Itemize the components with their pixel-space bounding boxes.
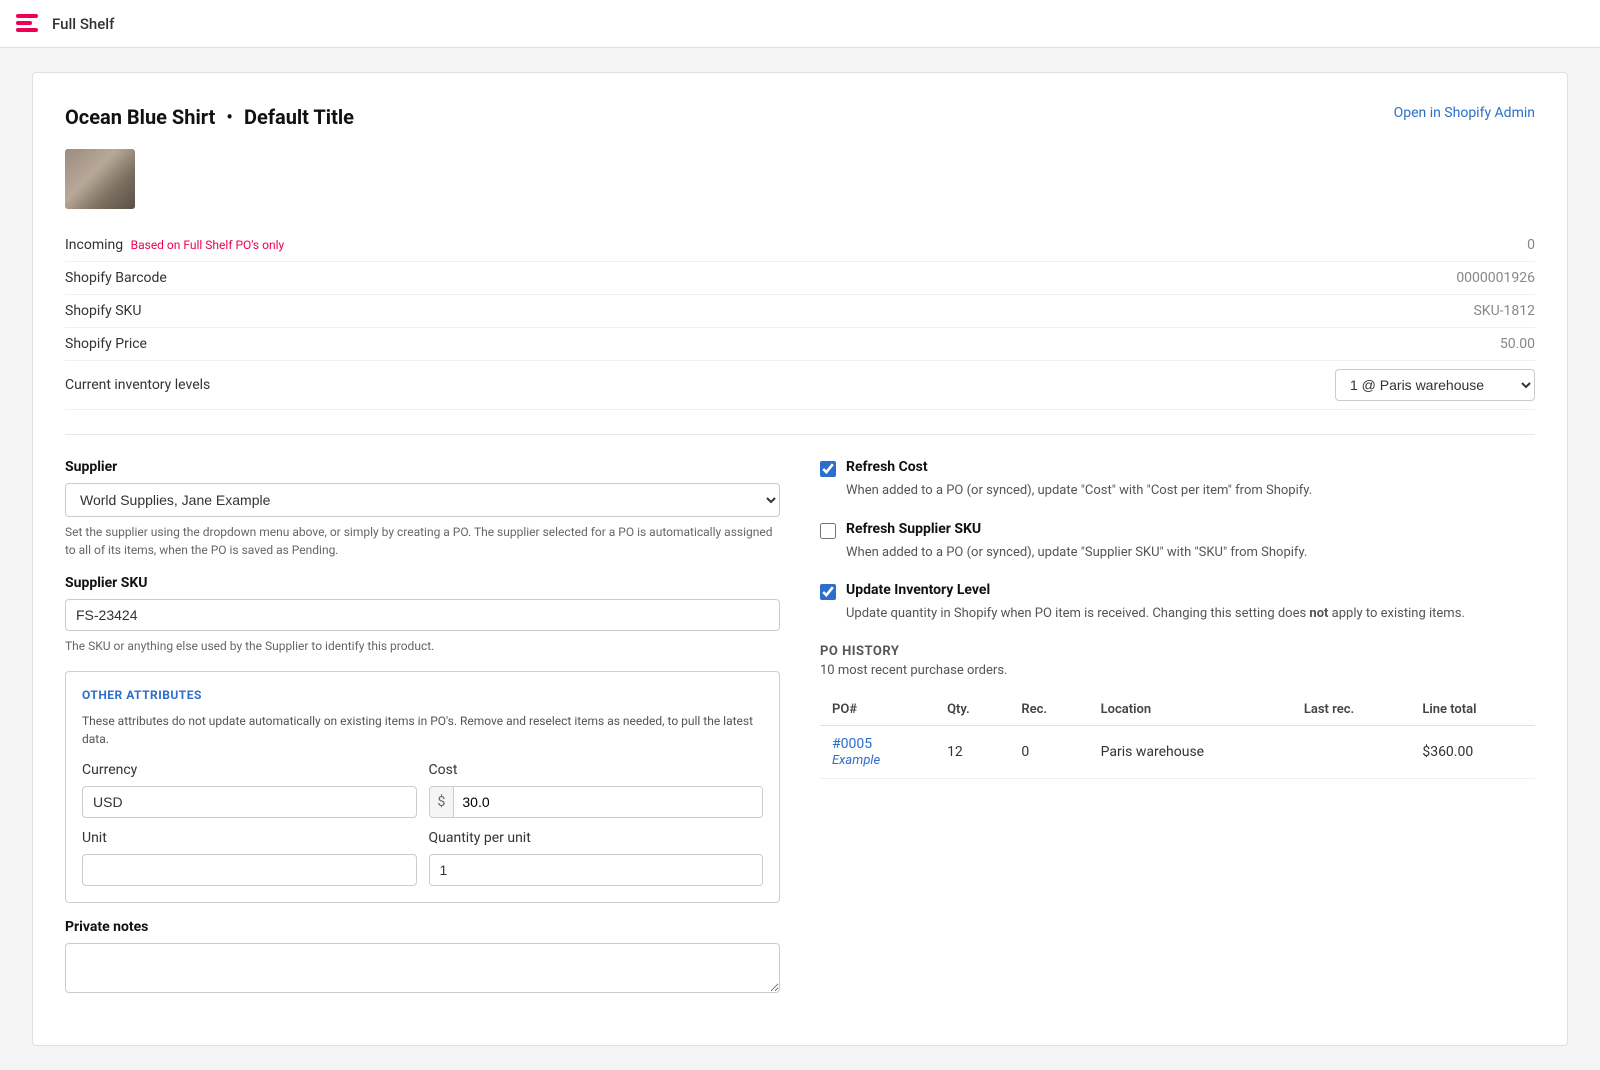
supplier-label: Supplier xyxy=(65,459,780,475)
line-total-cell: $360.00 xyxy=(1410,725,1535,778)
refresh-sku-desc: When added to a PO (or synced), update "… xyxy=(846,543,1535,563)
supplier-sku-input[interactable] xyxy=(65,599,780,631)
inventory-select[interactable]: 1 @ Paris warehouse xyxy=(1335,369,1535,401)
product-header: Ocean Blue Shirt • Default Title Open in… xyxy=(65,105,1535,129)
update-inventory-label[interactable]: Update Inventory Level xyxy=(846,582,990,598)
price-value: 50.00 xyxy=(1500,336,1535,352)
incoming-sub: Based on Full Shelf PO's only xyxy=(131,238,285,252)
col-last-rec: Last rec. xyxy=(1292,694,1410,726)
two-col-layout: Supplier World Supplies, Jane Example Se… xyxy=(65,459,1535,1013)
refresh-cost-group: Refresh Cost When added to a PO (or sync… xyxy=(820,459,1535,501)
unit-input[interactable] xyxy=(82,854,417,886)
private-notes-textarea[interactable] xyxy=(65,943,780,993)
shopify-admin-link[interactable]: Open in Shopify Admin xyxy=(1394,105,1535,121)
refresh-cost-label[interactable]: Refresh Cost xyxy=(846,459,928,475)
product-title: Ocean Blue Shirt • Default Title xyxy=(65,105,354,129)
supplier-sku-group: Supplier SKU The SKU or anything else us… xyxy=(65,575,780,655)
refresh-cost-desc: When added to a PO (or synced), update "… xyxy=(846,481,1535,501)
barcode-label: Shopify Barcode xyxy=(65,270,167,286)
currency-label: Currency xyxy=(82,762,417,778)
shopify-sku-value: SKU-1812 xyxy=(1473,303,1535,319)
refresh-sku-group: Refresh Supplier SKU When added to a PO … xyxy=(820,521,1535,563)
col-qty: Qty. xyxy=(935,694,1009,726)
qty-per-unit-group: Quantity per unit xyxy=(429,830,764,886)
private-notes-group: Private notes xyxy=(65,919,780,997)
attrs-grid: Currency Cost $ Unit xyxy=(82,762,763,886)
col-po-num: PO# xyxy=(820,694,935,726)
refresh-sku-checkbox[interactable] xyxy=(820,523,836,539)
currency-input[interactable] xyxy=(82,786,417,818)
cost-prefix: $ xyxy=(430,787,455,817)
supplier-select[interactable]: World Supplies, Jane Example xyxy=(65,483,780,517)
supplier-sku-label: Supplier SKU xyxy=(65,575,780,591)
cost-group: Cost $ xyxy=(429,762,764,818)
inventory-label: Current inventory levels xyxy=(65,377,210,393)
currency-group: Currency xyxy=(82,762,417,818)
po-history-title: PO HISTORY xyxy=(820,644,1535,659)
qty-cell: 12 xyxy=(935,725,1009,778)
incoming-label: Incoming xyxy=(65,237,123,253)
logo-icon xyxy=(16,14,44,34)
update-inventory-group: Update Inventory Level Update quantity i… xyxy=(820,582,1535,624)
update-inventory-checkbox[interactable] xyxy=(820,584,836,600)
cost-input-group: $ xyxy=(429,786,764,818)
private-notes-label: Private notes xyxy=(65,919,780,935)
other-attrs-title: OTHER ATTRIBUTES xyxy=(82,688,763,702)
last-rec-cell xyxy=(1292,725,1410,778)
table-row: #0005 Example 12 0 Paris warehouse $360.… xyxy=(820,725,1535,778)
po-history-sub: 10 most recent purchase orders. xyxy=(820,663,1535,678)
barcode-row: Shopify Barcode 0000001926 xyxy=(65,262,1535,295)
po-example: Example xyxy=(832,753,880,768)
refresh-sku-row: Refresh Supplier SKU xyxy=(820,521,1535,539)
location-cell: Paris warehouse xyxy=(1089,725,1292,778)
incoming-row: Incoming Based on Full Shelf PO's only 0 xyxy=(65,229,1535,262)
main-wrapper: Ocean Blue Shirt • Default Title Open in… xyxy=(0,48,1600,1070)
refresh-cost-checkbox[interactable] xyxy=(820,461,836,477)
unit-label: Unit xyxy=(82,830,417,846)
col-location: Location xyxy=(1089,694,1292,726)
unit-group: Unit xyxy=(82,830,417,886)
price-label: Shopify Price xyxy=(65,336,147,352)
top-nav: Full Shelf xyxy=(0,0,1600,48)
rec-cell: 0 xyxy=(1009,725,1088,778)
refresh-cost-row: Refresh Cost xyxy=(820,459,1535,477)
barcode-value: 0000001926 xyxy=(1456,270,1535,286)
refresh-sku-label[interactable]: Refresh Supplier SKU xyxy=(846,521,981,537)
po-table: PO# Qty. Rec. Location Last rec. Line to… xyxy=(820,694,1535,779)
product-title-group: Ocean Blue Shirt • Default Title xyxy=(65,105,354,129)
product-image-inner xyxy=(65,149,135,209)
supplier-group: Supplier World Supplies, Jane Example Se… xyxy=(65,459,780,559)
incoming-value: 0 xyxy=(1527,237,1535,253)
supplier-sku-help: The SKU or anything else used by the Sup… xyxy=(65,637,780,655)
section-divider xyxy=(65,434,1535,435)
col-rec: Rec. xyxy=(1009,694,1088,726)
qty-per-unit-input[interactable] xyxy=(429,854,764,886)
col-right: Refresh Cost When added to a PO (or sync… xyxy=(820,459,1535,1013)
qty-per-unit-label: Quantity per unit xyxy=(429,830,764,846)
col-line-total: Line total xyxy=(1410,694,1535,726)
shopify-sku-label: Shopify SKU xyxy=(65,303,141,319)
supplier-help: Set the supplier using the dropdown menu… xyxy=(65,523,780,559)
cost-input[interactable] xyxy=(454,787,762,817)
po-number-cell: #0005 Example xyxy=(820,725,935,778)
nav-title: Full Shelf xyxy=(52,15,114,33)
update-inventory-row: Update Inventory Level xyxy=(820,582,1535,600)
other-attributes-box: OTHER ATTRIBUTES These attributes do not… xyxy=(65,671,780,903)
product-image xyxy=(65,149,135,209)
po-link[interactable]: #0005 xyxy=(832,736,923,752)
price-row: Shopify Price 50.00 xyxy=(65,328,1535,361)
sku-row: Shopify SKU SKU-1812 xyxy=(65,295,1535,328)
cost-label: Cost xyxy=(429,762,764,778)
other-attrs-help: These attributes do not update automatic… xyxy=(82,712,763,748)
po-history: PO HISTORY 10 most recent purchase order… xyxy=(820,644,1535,779)
update-inventory-desc: Update quantity in Shopify when PO item … xyxy=(846,604,1535,624)
col-left: Supplier World Supplies, Jane Example Se… xyxy=(65,459,780,1013)
inventory-row: Current inventory levels 1 @ Paris wareh… xyxy=(65,361,1535,410)
